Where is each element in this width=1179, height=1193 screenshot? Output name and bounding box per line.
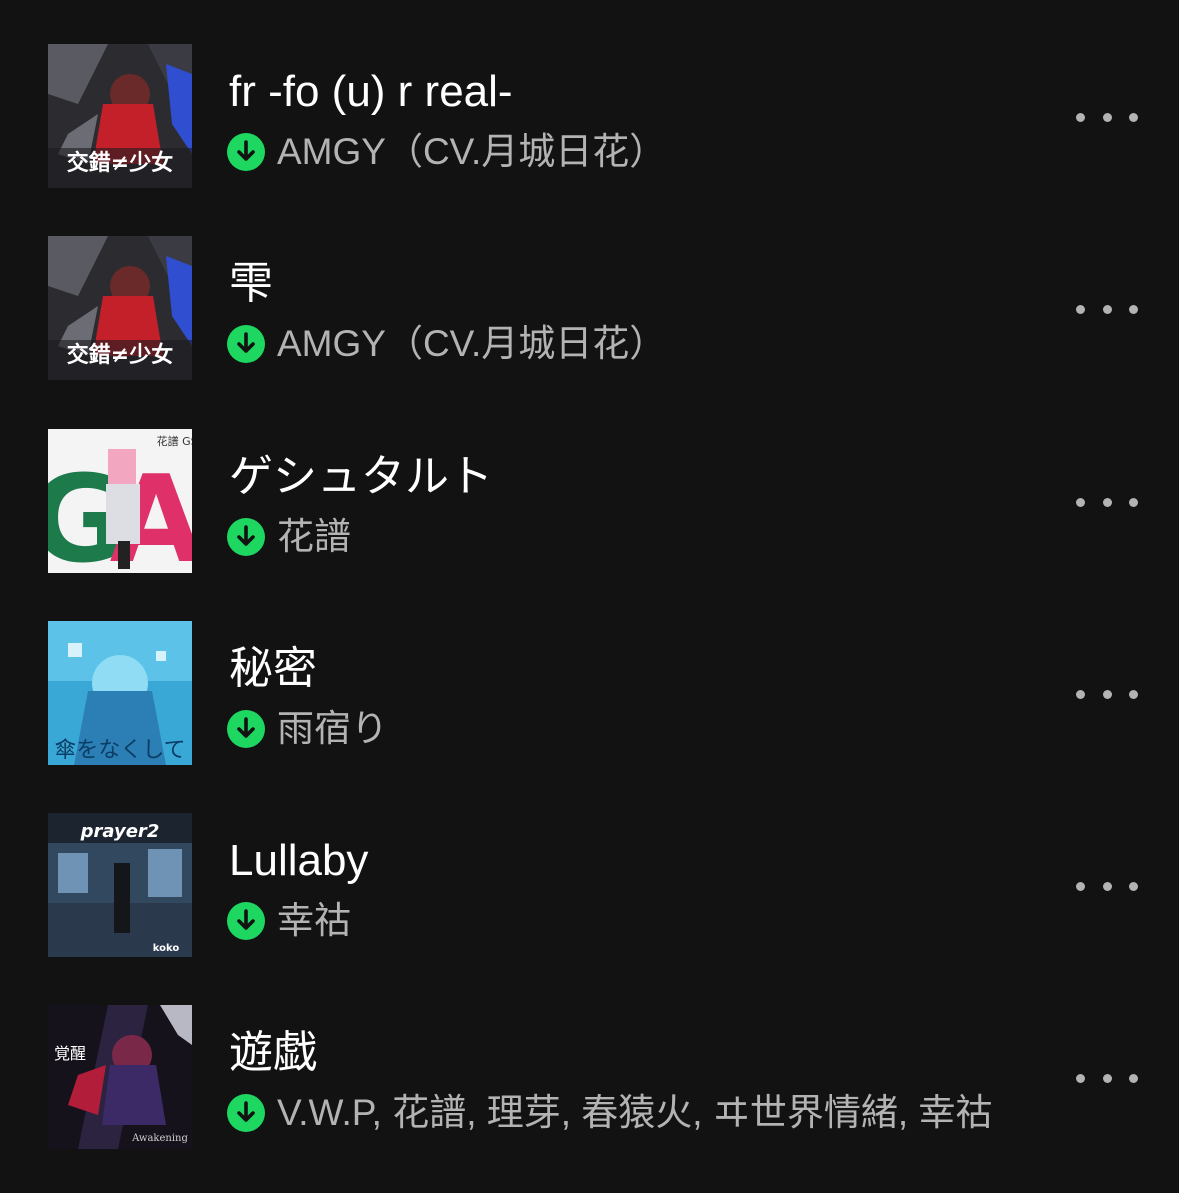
more-horizontal-icon [1076,689,1085,699]
track-row[interactable]: prayer2 koko Lullaby 幸祜 [0,769,1179,961]
track-subtitle: 幸祜 [227,899,351,943]
download-icon [227,710,265,748]
svg-text:koko: koko [153,943,180,954]
album-cover: 傘をなくして [48,621,192,765]
artist-name[interactable]: AMGY（CV.月城日花） [277,130,666,174]
track-list: 交錯≠少女 fr -fo (u) r real- AMGY（CV.月城日花） 交… [0,0,1179,1193]
album-cover: 交錯≠少女 [48,236,192,380]
album-cover: prayer2 koko [48,813,192,957]
more-horizontal-icon [1076,497,1085,507]
more-options-button[interactable] [1076,104,1138,130]
track-title[interactable]: 雫 [229,260,273,308]
track-title[interactable]: fr -fo (u) r real- [229,68,513,116]
more-horizontal-icon [1076,881,1085,891]
artist-name[interactable]: 雨宿り [277,707,388,751]
more-horizontal-icon [1076,112,1085,122]
track-subtitle: AMGY（CV.月城日花） [227,322,666,366]
svg-text:傘をなくして: 傘をなくして [54,738,185,763]
artist-name[interactable]: 花譜 [277,515,351,559]
track-subtitle: 花譜 [227,515,351,559]
more-options-button[interactable] [1076,1065,1138,1091]
more-options-button[interactable] [1076,296,1138,322]
track-row[interactable]: 傘をなくして 秘密 雨宿り [0,577,1179,769]
more-horizontal-icon [1076,304,1085,314]
track-title[interactable]: ゲシュタルト [229,453,493,501]
album-cover: 覚醒 Awakening [48,1005,192,1149]
more-options-button[interactable] [1076,489,1138,515]
track-title[interactable]: Lullaby [229,837,368,885]
track-row[interactable]: 交錯≠少女 雫 AMGY（CV.月城日花） [0,192,1179,384]
svg-text:prayer2: prayer2 [80,821,160,842]
track-subtitle: AMGY（CV.月城日花） [227,130,666,174]
download-icon [227,325,265,363]
track-row[interactable]: 覚醒 Awakening 遊戯 V.W.P, 花譜, 理芽, 春猿火, ヰ世界情… [0,961,1179,1153]
track-subtitle: V.W.P, 花譜, 理芽, 春猿火, ヰ世界情緒, 幸祜 [227,1091,992,1135]
svg-text:花譜 GSA: 花譜 GSA [157,434,192,448]
more-horizontal-icon [1076,1073,1085,1083]
track-title[interactable]: 秘密 [229,645,317,693]
more-options-button[interactable] [1076,681,1138,707]
track-row[interactable]: 交錯≠少女 fr -fo (u) r real- AMGY（CV.月城日花） [0,0,1179,192]
download-icon [227,518,265,556]
download-icon [227,133,265,171]
track-row[interactable]: G A 花譜 GSA ゲシュタルト 花譜 [0,385,1179,577]
svg-text:交錯≠少女: 交錯≠少女 [67,150,173,176]
artist-name[interactable]: AMGY（CV.月城日花） [277,322,666,366]
track-title[interactable]: 遊戯 [229,1029,317,1077]
more-options-button[interactable] [1076,873,1138,899]
artist-name[interactable]: 幸祜 [277,899,351,943]
svg-text:覚醒: 覚醒 [54,1044,86,1063]
track-subtitle: 雨宿り [227,707,388,751]
svg-text:Awakening: Awakening [131,1133,188,1144]
album-cover: 交錯≠少女 [48,44,192,188]
download-icon [227,902,265,940]
artist-name[interactable]: V.W.P, 花譜, 理芽, 春猿火, ヰ世界情緒, 幸祜 [277,1091,992,1135]
album-cover: G A 花譜 GSA [48,429,192,573]
svg-text:交錯≠少女: 交錯≠少女 [67,342,173,368]
download-icon [227,1094,265,1132]
